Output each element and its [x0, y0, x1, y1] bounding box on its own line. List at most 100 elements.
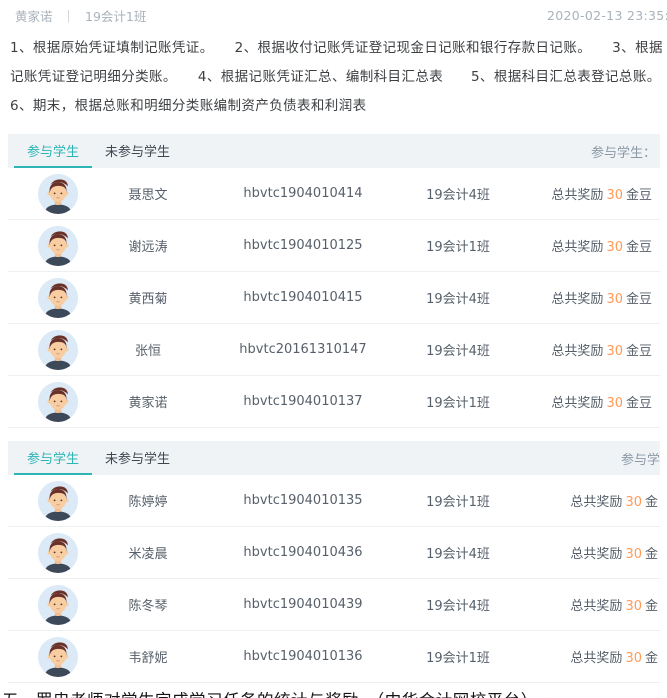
reward-suffix: 金豆 — [626, 188, 652, 203]
student-id-cell: hbvtc1904010414 — [218, 186, 388, 201]
student-class-cell: 19会计4班 — [388, 184, 528, 203]
avatar — [38, 481, 78, 521]
participants-count-label: 参与学 — [621, 441, 660, 475]
student-name-cell: 谢远涛 — [78, 236, 218, 255]
reward-value: 30 — [603, 396, 626, 411]
reward-value: 30 — [622, 651, 645, 666]
student-id-cell: hbvtc1904010135 — [218, 493, 388, 508]
avatar — [38, 330, 78, 370]
header-divider: ｜ — [63, 9, 76, 24]
reward-prefix: 总共奖励 — [551, 344, 603, 359]
reward-prefix: 总共奖励 — [570, 651, 622, 666]
reward-suffix: 金豆 — [626, 292, 652, 307]
student-id-cell: hbvtc20161310147 — [218, 342, 388, 357]
reward-suffix: 金 — [645, 651, 658, 666]
student-name-cell: 韦舒妮 — [78, 647, 218, 666]
student-row: 陈婷婷 hbvtc1904010135 19会计1班 总共奖励30金 — [8, 475, 660, 527]
student-row: 聂思文 hbvtc1904010414 19会计4班 总共奖励30金豆 — [8, 168, 660, 220]
reward-value: 30 — [603, 188, 626, 203]
avatar — [38, 637, 78, 677]
student-class-cell: 19会计4班 — [388, 340, 528, 359]
timestamp: 2020-02-13 23:35: — [547, 8, 667, 23]
reward-cell: 总共奖励30金豆 — [528, 392, 652, 411]
reward-prefix: 总共奖励 — [570, 495, 622, 510]
student-row: 陈冬琴 hbvtc1904010439 19会计4班 总共奖励30金 — [8, 579, 660, 631]
reward-suffix: 金豆 — [626, 344, 652, 359]
reward-value: 30 — [622, 599, 645, 614]
avatar — [38, 278, 78, 318]
reward-suffix: 金 — [645, 495, 658, 510]
student-id-cell: hbvtc1904010415 — [218, 290, 388, 305]
student-class-cell: 19会计4班 — [388, 543, 528, 562]
student-name-cell: 张恒 — [78, 340, 218, 359]
student-class-cell: 19会计1班 — [388, 236, 528, 255]
reward-suffix: 金豆 — [626, 240, 652, 255]
tab-participating[interactable]: 参与学生 — [14, 134, 92, 168]
tabbar: 参与学生 未参与学生 参与学生： — [8, 134, 660, 168]
avatar — [38, 174, 78, 214]
student-id-cell: hbvtc1904010136 — [218, 649, 388, 664]
reward-cell: 总共奖励30金 — [528, 491, 658, 510]
student-name-cell: 米凌晨 — [78, 543, 218, 562]
participation-panel-2: 参与学生 未参与学生 参与学 陈婷婷 hbvtc1904010135 19会计1… — [8, 441, 660, 683]
student-name-cell: 陈冬琴 — [78, 595, 218, 614]
participation-panel-1: 参与学生 未参与学生 参与学生： 聂思文 hbvtc1904010414 19会… — [8, 134, 660, 428]
header-student-name: 黄家诺 — [15, 9, 53, 24]
reward-value: 30 — [603, 344, 626, 359]
tab-participating[interactable]: 参与学生 — [14, 441, 92, 475]
tab-not-participating[interactable]: 未参与学生 — [92, 441, 183, 475]
reward-cell: 总共奖励30金 — [528, 595, 658, 614]
student-row: 黄家诺 hbvtc1904010137 19会计1班 总共奖励30金豆 — [8, 376, 660, 428]
student-name-cell: 陈婷婷 — [78, 491, 218, 510]
student-row: 韦舒妮 hbvtc1904010136 19会计1班 总共奖励30金 — [8, 631, 660, 683]
reward-cell: 总共奖励30金 — [528, 647, 658, 666]
reward-cell: 总共奖励30金豆 — [528, 184, 652, 203]
reward-value: 30 — [603, 292, 626, 307]
student-id-cell: hbvtc1904010125 — [218, 238, 388, 253]
reward-value: 30 — [622, 495, 645, 510]
avatar — [38, 382, 78, 422]
student-row: 米凌晨 hbvtc1904010436 19会计4班 总共奖励30金 — [8, 527, 660, 579]
student-row: 谢远涛 hbvtc1904010125 19会计1班 总共奖励30金豆 — [8, 220, 660, 272]
student-name-cell: 聂思文 — [78, 184, 218, 203]
reward-suffix: 金豆 — [626, 396, 652, 411]
tab-not-participating[interactable]: 未参与学生 — [92, 134, 183, 168]
student-id-cell: hbvtc1904010439 — [218, 597, 388, 612]
reward-cell: 总共奖励30金豆 — [528, 288, 652, 307]
reward-suffix: 金 — [645, 547, 658, 562]
student-row: 黄西菊 hbvtc1904010415 19会计4班 总共奖励30金豆 — [8, 272, 660, 324]
student-meta: 黄家诺 ｜ 19会计1班 — [15, 6, 152, 25]
reward-cell: 总共奖励30金 — [528, 543, 658, 562]
footer-caption: 五、罗忠老师对学生完成学习任务的统计与奖励。（中华会计网校平台）↵ — [2, 687, 667, 698]
reward-cell: 总共奖励30金豆 — [528, 236, 652, 255]
avatar — [38, 226, 78, 266]
student-class-cell: 19会计1班 — [388, 491, 528, 510]
student-id-cell: hbvtc1904010137 — [218, 394, 388, 409]
reward-prefix: 总共奖励 — [570, 547, 622, 562]
reward-prefix: 总共奖励 — [570, 599, 622, 614]
reward-suffix: 金 — [645, 599, 658, 614]
document-header: 黄家诺 ｜ 19会计1班 2020-02-13 23:35: — [0, 0, 667, 25]
reward-prefix: 总共奖励 — [551, 396, 603, 411]
reward-prefix: 总共奖励 — [551, 292, 603, 307]
reward-prefix: 总共奖励 — [551, 240, 603, 255]
student-name-cell: 黄西菊 — [78, 288, 218, 307]
student-row: 张恒 hbvtc20161310147 19会计4班 总共奖励30金豆 — [8, 324, 660, 376]
tabbar-spacer — [183, 134, 591, 168]
student-id-cell: hbvtc1904010436 — [218, 545, 388, 560]
reward-value: 30 — [603, 240, 626, 255]
student-class-cell: 19会计1班 — [388, 392, 528, 411]
student-class-cell: 19会计4班 — [388, 595, 528, 614]
avatar — [38, 585, 78, 625]
avatar — [38, 533, 78, 573]
student-name-cell: 黄家诺 — [78, 392, 218, 411]
reward-value: 30 — [622, 547, 645, 562]
tabbar-spacer — [183, 441, 621, 475]
header-class-name: 19会计1班 — [85, 9, 146, 24]
reward-prefix: 总共奖励 — [551, 188, 603, 203]
student-class-cell: 19会计1班 — [388, 647, 528, 666]
student-class-cell: 19会计4班 — [388, 288, 528, 307]
tabbar: 参与学生 未参与学生 参与学 — [8, 441, 660, 475]
reward-cell: 总共奖励30金豆 — [528, 340, 652, 359]
task-description: 1、根据原始凭证填制记账凭证。 2、根据收付记账凭证登记现金日记账和银行存款日记… — [0, 25, 667, 121]
